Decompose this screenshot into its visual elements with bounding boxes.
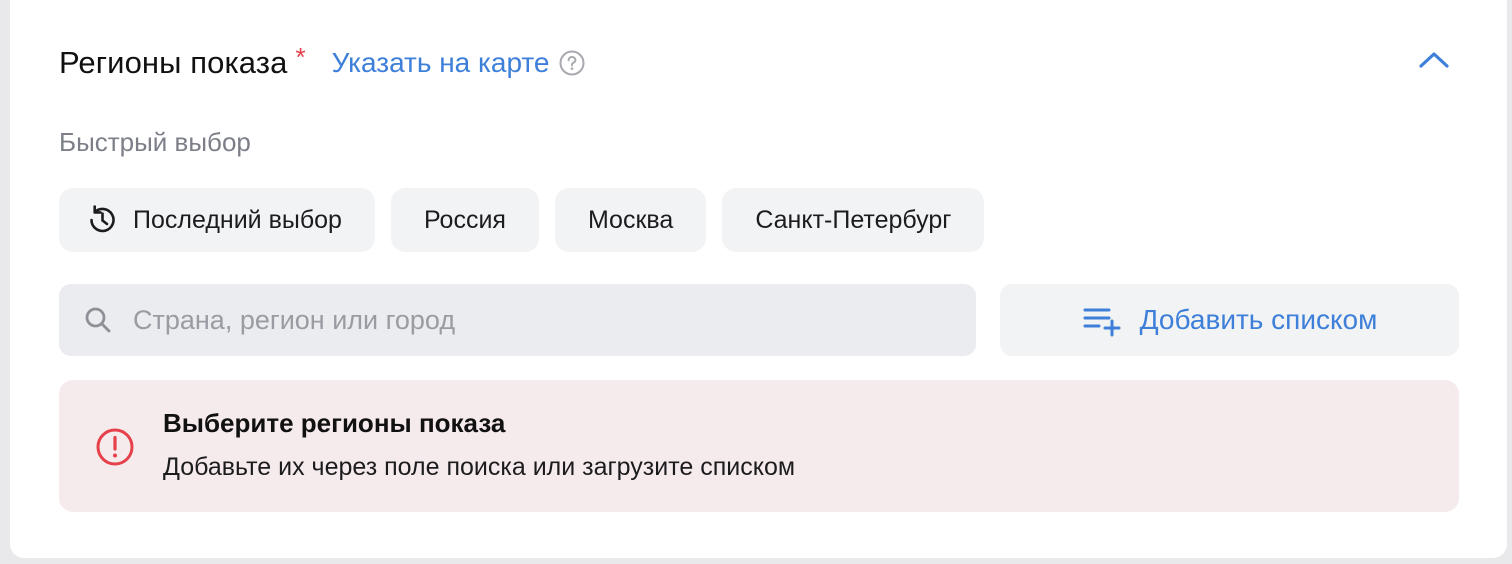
list-add-icon bbox=[1082, 303, 1122, 337]
show-on-map-link[interactable]: Указать на карте bbox=[332, 47, 550, 79]
chip-label: Россия bbox=[423, 205, 506, 234]
chip-saint-petersburg[interactable]: Санкт-Петербург bbox=[722, 188, 985, 252]
quick-select-chips: Последний выбор Россия Москва Санкт-Пете… bbox=[59, 188, 985, 252]
alert-text: Добавьте их через поле поиска или загруз… bbox=[163, 453, 796, 481]
add-list-label: Добавить списком bbox=[1139, 304, 1378, 335]
help-icon[interactable] bbox=[558, 49, 586, 77]
validation-alert: Выберите регионы показа Добавьте их чере… bbox=[59, 380, 1459, 512]
chevron-up-icon bbox=[1418, 50, 1450, 70]
alert-title: Выберите регионы показа bbox=[163, 408, 506, 438]
chip-russia[interactable]: Россия bbox=[390, 188, 539, 252]
section-title: Регионы показа bbox=[59, 45, 288, 80]
add-list-button[interactable]: Добавить списком bbox=[1000, 284, 1459, 356]
chip-last-selection[interactable]: Последний выбор bbox=[59, 188, 375, 252]
regions-card: Регионы показа * Указать на карте Быстры… bbox=[10, 0, 1507, 558]
chip-label: Последний выбор bbox=[133, 205, 342, 234]
chip-moscow[interactable]: Москва bbox=[554, 188, 707, 252]
chip-label: Санкт-Петербург bbox=[755, 205, 952, 234]
history-icon bbox=[85, 203, 119, 237]
required-mark: * bbox=[295, 41, 306, 72]
exclamation-circle-icon bbox=[95, 427, 135, 467]
section-header: Регионы показа * Указать на карте bbox=[59, 40, 586, 86]
search-icon bbox=[83, 305, 113, 335]
region-search[interactable] bbox=[59, 284, 976, 356]
search-input[interactable] bbox=[131, 303, 895, 337]
collapse-button[interactable] bbox=[1414, 44, 1454, 76]
chip-label: Москва bbox=[587, 205, 674, 234]
quick-select-label: Быстрый выбор bbox=[59, 127, 251, 157]
